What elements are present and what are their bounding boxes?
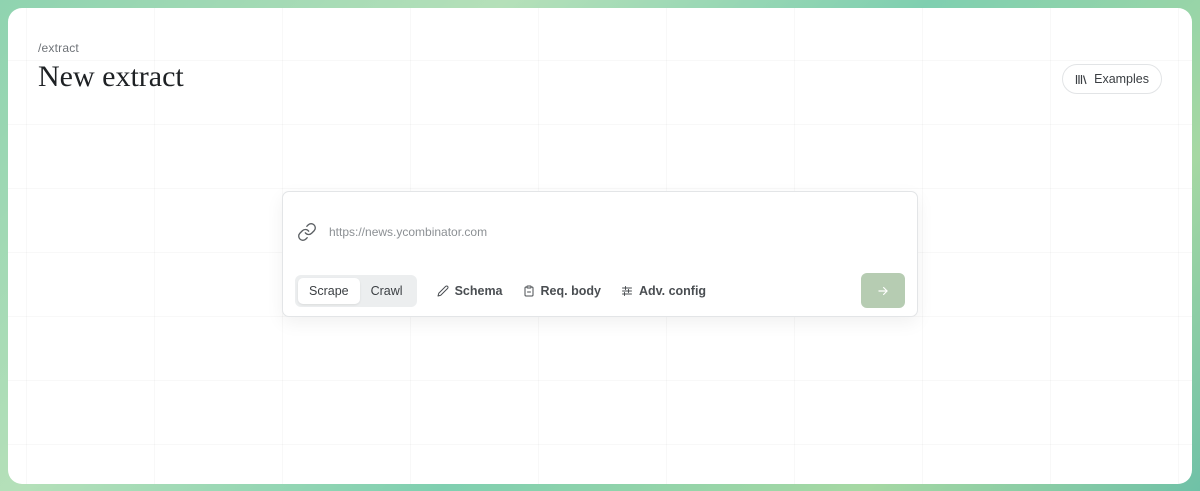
mode-scrape-button[interactable]: Scrape <box>298 278 360 304</box>
adv-config-button[interactable]: Adv. config <box>621 284 706 298</box>
mode-crawl-button[interactable]: Crawl <box>360 278 414 304</box>
adv-config-label: Adv. config <box>638 284 707 298</box>
library-icon <box>1075 74 1087 85</box>
schema-label: Schema <box>454 284 503 298</box>
mode-toggle: Scrape Crawl <box>295 275 417 307</box>
sliders-icon <box>621 285 633 297</box>
app-frame: /extract New extract Examples S <box>8 8 1192 484</box>
arrow-right-icon <box>876 284 890 298</box>
req-body-label: Req. body <box>540 284 601 298</box>
pencil-icon <box>437 285 449 297</box>
page-title: New extract <box>38 60 184 93</box>
extract-form-card: Scrape Crawl Schema <box>282 191 918 317</box>
examples-label: Examples <box>1094 72 1149 86</box>
submit-button[interactable] <box>861 273 905 308</box>
clipboard-icon <box>523 285 535 297</box>
breadcrumb: /extract <box>38 41 79 55</box>
examples-button[interactable]: Examples <box>1062 64 1162 94</box>
schema-button[interactable]: Schema <box>437 284 503 298</box>
req-body-button[interactable]: Req. body <box>523 284 601 298</box>
form-controls: Scrape Crawl Schema Req. body Adv. confi… <box>295 275 706 307</box>
url-row <box>297 222 869 242</box>
link-icon <box>297 222 317 242</box>
url-input[interactable] <box>329 225 869 239</box>
